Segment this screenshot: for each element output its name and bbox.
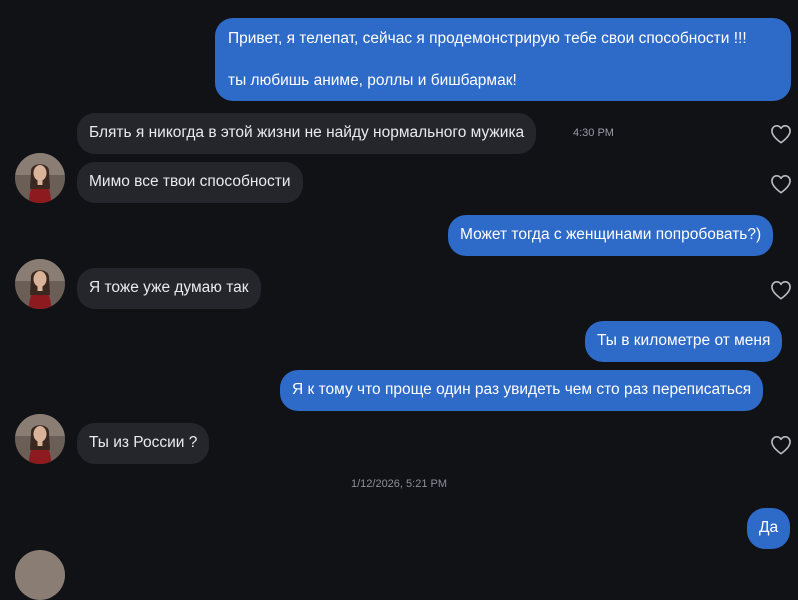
message-incoming: Я тоже уже думаю так [77,268,261,309]
message-text: Ты из России ? [89,434,198,451]
message-outgoing: Да [747,508,791,549]
contact-avatar[interactable] [15,550,65,600]
heart-outline-icon[interactable] [770,124,792,144]
contact-avatar[interactable] [15,259,65,309]
contact-avatar[interactable] [15,153,65,203]
contact-avatar[interactable] [15,414,65,464]
message-outgoing: Привет, я телепат, сейчас я продемонстри… [215,18,791,101]
message-outgoing: Ты в километре от меня [585,321,783,362]
message-text: ты любишь аниме, роллы и бишбармак! [228,72,517,89]
message-outgoing: Я к тому что проще один раз увидеть чем … [280,370,764,411]
date-separator: 1/12/2026, 5:21 PM [350,478,447,490]
message-text: Может тогда с женщинами попробовать?) [460,226,762,243]
message-outgoing: Может тогда с женщинами попробовать?) [448,215,774,256]
message-incoming: Блять я никогда в этой жизни не найду но… [77,113,537,154]
message-text: Привет, я телепат, сейчас я продемонстри… [228,30,747,47]
heart-outline-icon[interactable] [770,280,792,300]
message-incoming: Ты из России ? [77,423,210,464]
message-text: Я тоже уже думаю так [89,279,249,296]
message-text: Ты в километре от меня [597,332,771,349]
message-timestamp: 4:30 PM [573,127,614,139]
heart-outline-icon[interactable] [770,174,792,194]
message-text: Блять я никогда в этой жизни не найду но… [89,124,525,141]
heart-outline-icon[interactable] [770,435,792,455]
message-text: Я к тому что проще один раз увидеть чем … [292,381,752,398]
message-incoming: Мимо все твои способности [77,162,303,203]
message-text: Да [759,519,779,536]
message-text: Мимо все твои способности [89,173,291,190]
